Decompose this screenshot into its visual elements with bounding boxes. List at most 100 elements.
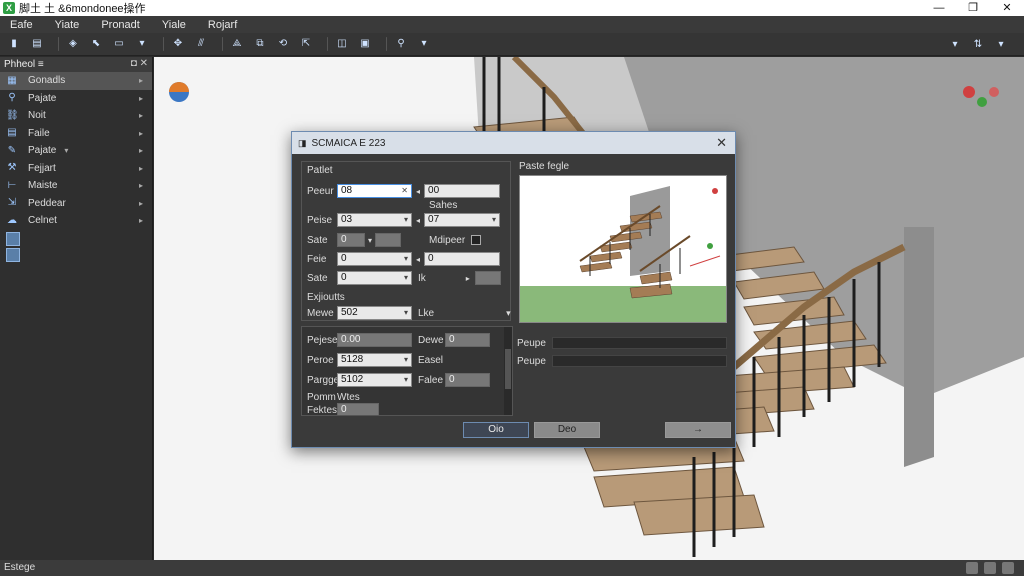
close-window-button[interactable]: ✕ [990,0,1024,16]
settings-icon[interactable] [1002,562,1014,574]
toolbar-divider [327,37,328,51]
sidebar-item-label: Noit [28,110,46,122]
detail-1-right-field[interactable]: 0 [445,333,490,347]
detail-2-select[interactable]: 5128 ▾ [337,353,412,367]
clear-icon[interactable]: ✕ [401,185,408,197]
chevron-down-icon[interactable]: ▾ [947,37,963,53]
sidebar-item-pajate-2[interactable]: ✎ Pajate ▾ ▸ [0,142,152,160]
menu-item-product[interactable]: Pronadt [101,19,140,31]
field-value: 5128 [341,354,364,365]
hierarchy-icon: ⊢ [7,179,17,191]
chevron-down-icon[interactable]: ▾ [506,308,511,319]
details-scrollbar[interactable] [504,327,512,415]
detail-row-1: Pejese 0.00 Dewe 0 [307,333,490,347]
menu-item-view[interactable]: Yiate [55,19,80,31]
menu-item-file[interactable]: Eafe [10,19,33,31]
monitor-icon[interactable]: ▭ [111,36,127,52]
panel-icon[interactable]: ◫ [334,36,350,52]
open-file-icon[interactable]: ▤ [29,36,45,52]
detail-row-3: Pargge 5102 ▾ Falee 0 [307,373,490,387]
chevron-right-icon: ▸ [138,111,143,121]
param-label: Peeur [307,185,334,197]
sidebar-item-label: Fejjart [28,162,56,174]
chevron-right-icon: ▸ [138,146,143,156]
transform-icon[interactable]: ⟁ [229,36,245,52]
param-4-right-field[interactable]: 0 [424,252,501,266]
param-note: Sahes [429,200,458,211]
chevron-down-icon: ▾ [403,308,408,317]
status-bar: Estege [0,560,1024,576]
param-6-select[interactable]: 502 ▾ [337,306,412,320]
dropdown-icon[interactable]: ▾ [134,36,150,52]
sidebar-item-celnet[interactable]: ☁ Celnet ▸ [0,212,152,230]
grid-toggle-icon[interactable] [966,562,978,574]
detail-row-5: Fektes 0 [307,403,379,415]
title-bar: X 脚土 土 &6mondonee操作 — ❐ ✕ [0,0,1024,16]
sidebar-item-maiste[interactable]: ⊢ Maiste ▸ [0,177,152,195]
chevron-down-icon[interactable]: ▾ [64,146,68,155]
chevron-right-icon: ▸ [138,76,143,86]
maximize-button[interactable]: ❐ [956,0,990,16]
param-2-select[interactable]: 03 ▾ [337,213,412,227]
detail-row-2: Peroe 5128 ▾ Easel [307,353,443,367]
detail-1-field[interactable]: 0.00 [337,333,412,347]
chevron-down-icon[interactable]: ▾ [416,36,432,52]
ok-button[interactable]: Oio [463,422,529,438]
minimize-button[interactable]: — [922,0,956,16]
image-icon[interactable] [6,231,20,246]
status-icons [960,562,1014,574]
sidebar-panel: Phheol ≡ ◘ ✕ ▦ Gonadls ▸ ⚲ Pajate ▸ ⛓ No… [0,57,153,560]
param-4-select[interactable]: 0 ▾ [337,252,412,266]
search-icon[interactable]: ⚲ [393,36,409,52]
move-icon[interactable]: ✥ [170,36,186,52]
info-label: Peupe [517,337,546,349]
rotate-icon[interactable]: ⟲ [275,36,291,52]
expand-icon[interactable]: ⇱ [298,36,314,52]
sidebar-item-fejjart[interactable]: ⚒ Fejjart ▸ [0,160,152,178]
chevron-down-icon[interactable]: ▾ [993,37,1009,53]
sidebar-item-label: Celnet [28,215,57,227]
dialog-icon: ◨ [298,137,307,148]
dialog-title: SCMAICA E 223 [311,137,386,149]
param-2-right-field[interactable]: 07 ▾ [424,213,501,227]
snap-toggle-icon[interactable] [984,562,996,574]
camera-icon[interactable]: ▣ [357,36,373,52]
cancel-button[interactable]: Deo [534,422,600,438]
image-icon[interactable] [6,247,20,262]
sidebar-panel-controls[interactable]: ◘ ✕ [131,58,148,69]
checkbox[interactable] [471,235,482,245]
menu-item-report[interactable]: Rojarf [208,19,237,31]
sidebar-item-faile[interactable]: ▤ Faile ▸ [0,125,152,143]
new-file-icon[interactable]: ▮ [6,36,22,52]
param-3-field[interactable]: 0 [337,233,365,247]
detail-5-field[interactable]: 0 [337,403,379,415]
param-5-extra-field[interactable] [474,271,501,285]
detail-label: Pomm [307,391,336,403]
grid-icon: ▦ [7,74,17,86]
field-value: 0 [341,272,347,283]
copy-icon[interactable]: ⧉ [252,36,268,52]
sidebar-item-noit[interactable]: ⛓ Noit ▸ [0,107,152,125]
param-1-right-field[interactable]: 00 [424,184,501,198]
arrow-right-icon: ▸ [465,273,470,283]
select-icon[interactable]: ⬉ [88,36,104,52]
detail-3-right-field[interactable]: 0 [445,373,490,387]
navigate-icon[interactable]: ⇅ [970,37,986,53]
export-icon: ⇲ [7,197,17,209]
sidebar-item-peddear[interactable]: ⇲ Peddear ▸ [0,195,152,213]
menu-item-yiale[interactable]: Yiale [162,19,186,31]
next-button[interactable]: → [665,422,731,438]
param-5-select[interactable]: 0 ▾ [337,271,412,285]
sidebar-header: Phheol ≡ ◘ ✕ [0,57,152,72]
param-3-extra-field[interactable] [375,233,402,247]
chevron-down-icon[interactable]: ▾ [368,236,372,245]
scrollbar-thumb[interactable] [505,349,511,389]
details-group: Pejese 0.00 Dewe 0 Peroe 5128 ▾ Easel Pa… [301,326,513,416]
layers-icon[interactable]: ◈ [65,36,81,52]
sidebar-item-gonadls[interactable]: ▦ Gonadls ▸ [0,72,152,90]
chart-icon[interactable]: ⫻ [193,36,209,52]
sidebar-item-pajate[interactable]: ⚲ Pajate ▸ [0,90,152,108]
param-1-field[interactable]: 08 ✕ [337,184,412,198]
close-icon[interactable]: ✕ [716,135,727,151]
detail-3-select[interactable]: 5102 ▾ [337,373,412,387]
